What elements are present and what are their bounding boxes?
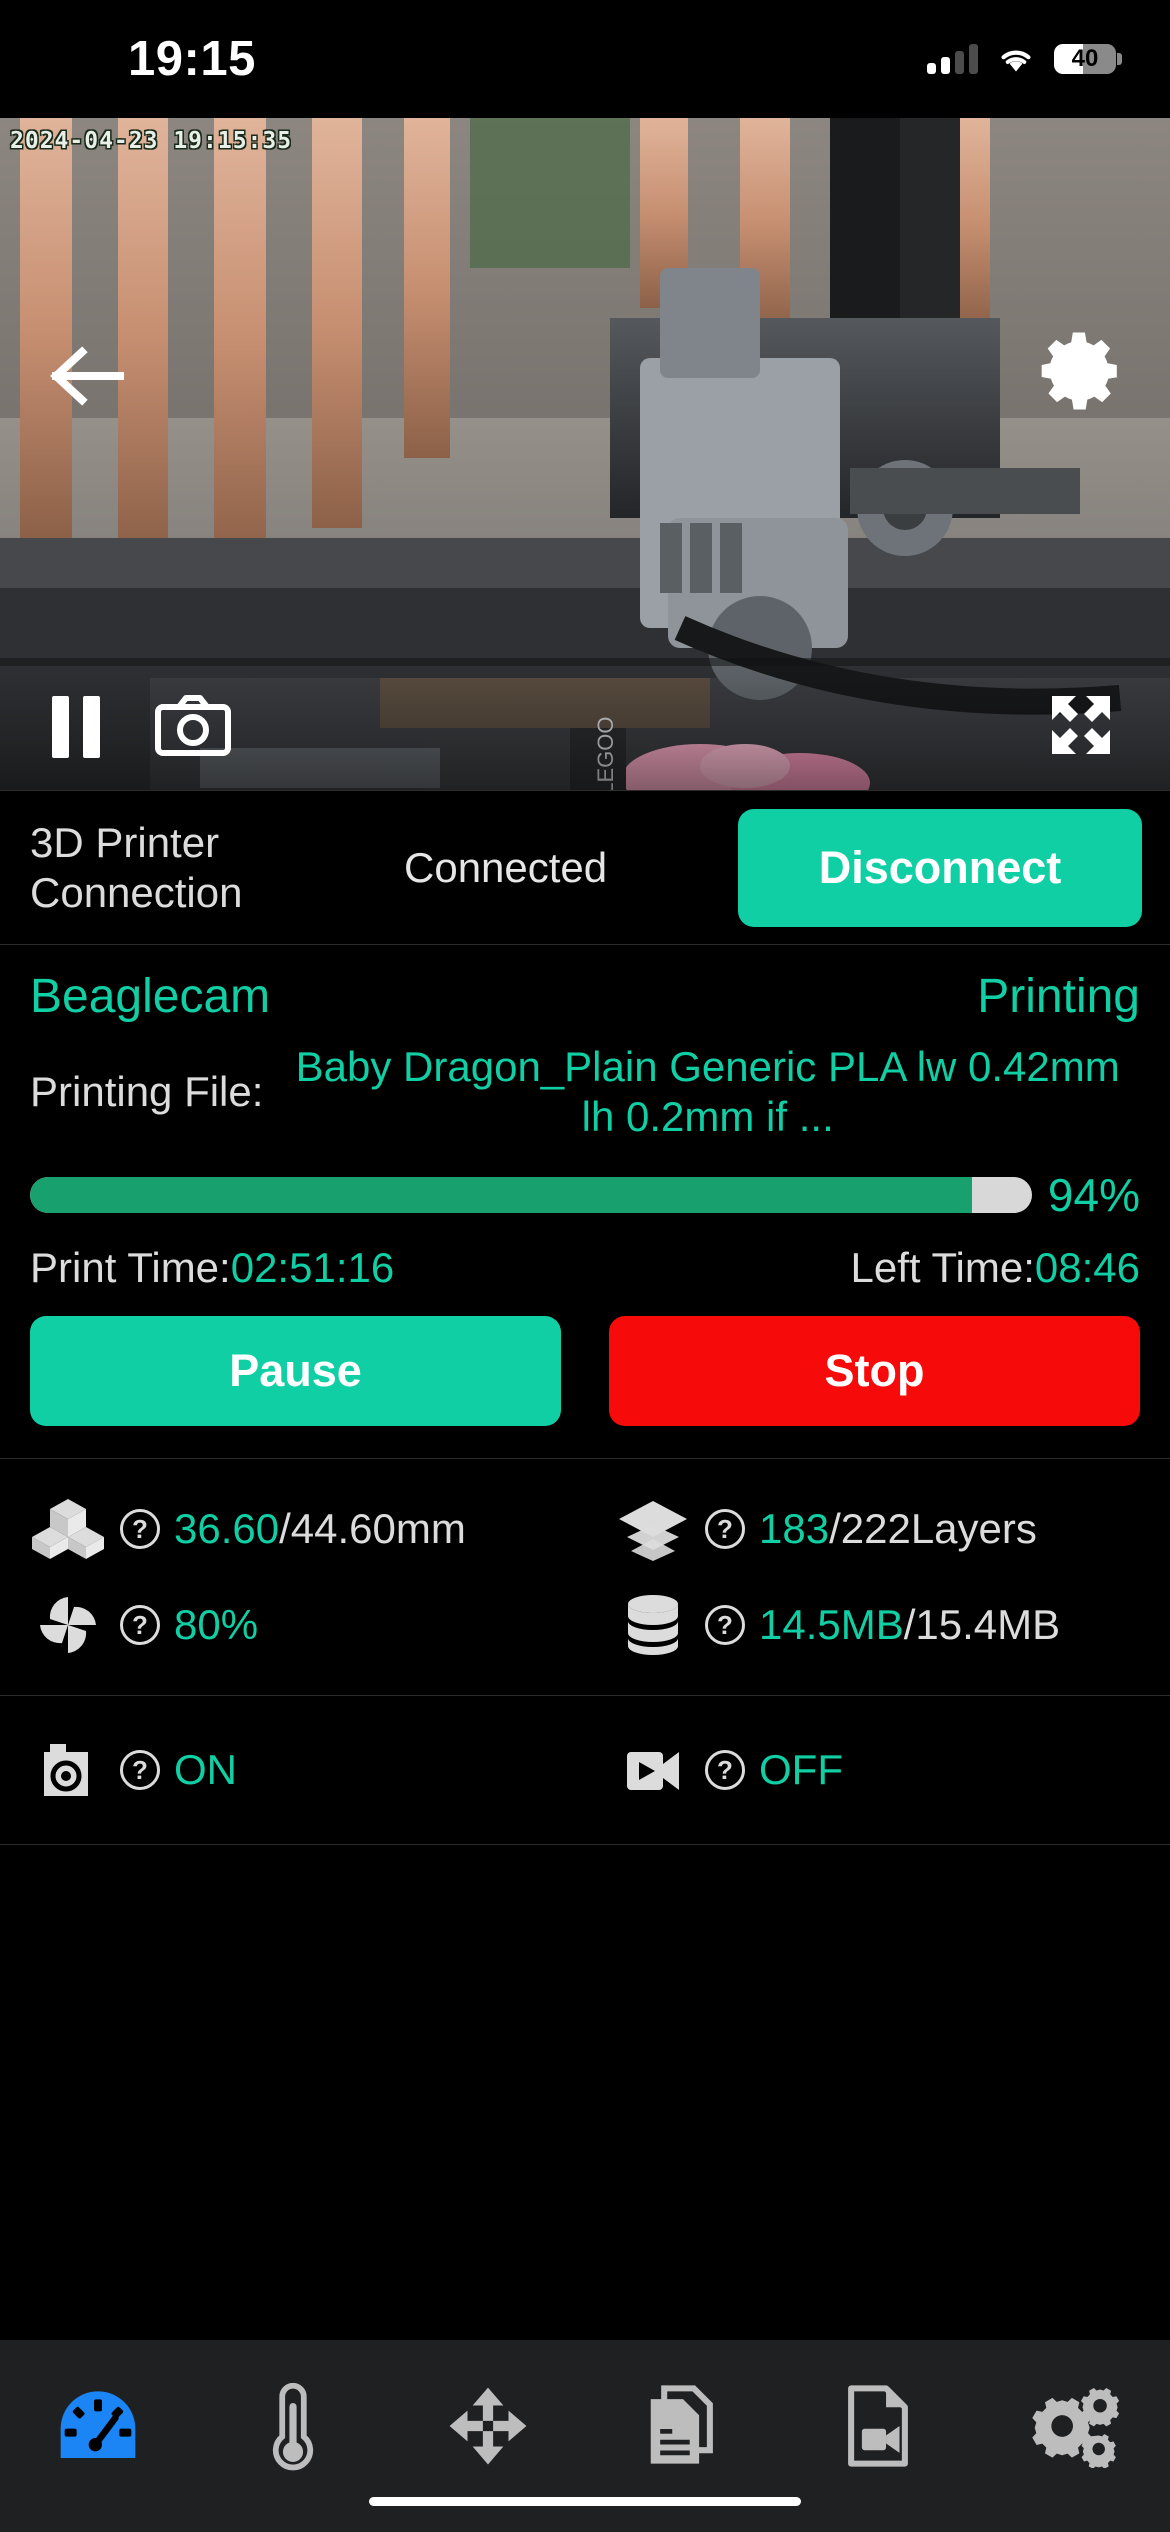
stats-row-1: ? 36.60/44.60mm ? 183/222Layers [0, 1481, 1170, 1577]
height-value: 36.60/44.60mm [174, 1505, 466, 1552]
disconnect-button[interactable]: Disconnect [738, 808, 1142, 927]
print-state: Printing [977, 970, 1140, 1023]
fan-value: 80% [174, 1601, 259, 1648]
left-time-label: Left Time: [850, 1244, 1035, 1291]
wifi-icon [1001, 50, 1031, 72]
battery-icon: 40 [1054, 44, 1122, 74]
photo-help-icon[interactable]: ? [120, 1750, 160, 1790]
tab-files[interactable] [585, 2370, 780, 2482]
print-times-row: Print Time:02:51:16 Left Time:08:46 [30, 1244, 1140, 1292]
printer-header-row: Beaglecam Printing [30, 969, 1140, 1024]
cellular-signal-icon [927, 44, 978, 74]
stat-height[interactable]: ? 36.60/44.60mm [0, 1481, 585, 1577]
pause-icon[interactable] [52, 696, 100, 758]
home-indicator [369, 2497, 801, 2506]
camera-controls-bar [0, 664, 1170, 790]
left-time-value: 08:46 [1034, 1244, 1140, 1291]
status-bar-time: 19:15 [128, 32, 256, 86]
connection-label: 3D Printer Connection [30, 818, 243, 916]
tab-dashboard[interactable] [0, 2370, 195, 2482]
stop-button[interactable]: Stop [609, 1316, 1140, 1426]
left-time: Left Time:08:46 [850, 1244, 1140, 1292]
printer-name: Beaglecam [30, 970, 271, 1023]
progress-bar [30, 1177, 1032, 1213]
printing-file-label: Printing File: [30, 1068, 264, 1115]
move-arrows-icon [449, 2387, 526, 2465]
progress-percent: 94% [1047, 1169, 1140, 1221]
print-time-label: Print Time: [30, 1244, 231, 1291]
capture-photo[interactable]: ? ON [0, 1722, 585, 1818]
print-time-value: 02:51:16 [230, 1244, 395, 1291]
status-bar-indicators: 40 [927, 44, 1122, 74]
camera-icon [30, 1736, 106, 1804]
print-progress-row: 94% [30, 1168, 1140, 1222]
print-stats-panel: ? 36.60/44.60mm ? 183/222Layers ? 80% ? … [0, 1458, 1170, 1695]
stat-storage[interactable]: ? 14.5MB/15.4MB [585, 1577, 1170, 1673]
capture-panel: ? ON ? OFF [0, 1695, 1170, 1844]
back-arrow-icon[interactable] [38, 328, 133, 423]
printer-camera-feed[interactable]: ELEGOO 2024-04-23 19:15:35 [0, 118, 1170, 790]
documents-icon [650, 2385, 713, 2464]
camera-icon[interactable] [155, 694, 231, 761]
print-time: Print Time:02:51:16 [30, 1244, 394, 1292]
fan-help-icon[interactable]: ? [120, 1605, 160, 1645]
printing-file-name: Baby Dragon_Plain Generic PLA lw 0.42mm … [295, 1043, 1120, 1140]
camera-timestamp-overlay: 2024-04-23 19:15:35 [10, 128, 293, 154]
status-bar: 19:15 40 [0, 0, 1170, 118]
capture-video[interactable]: ? OFF [585, 1722, 1170, 1818]
dashboard-gauge-icon [60, 2391, 135, 2458]
storage-help-icon[interactable]: ? [705, 1605, 745, 1645]
database-icon [615, 1591, 691, 1659]
print-status-panel: Beaglecam Printing Printing File: Baby D… [0, 944, 1170, 1458]
stats-row-2: ? 80% ? 14.5MB/15.4MB [0, 1577, 1170, 1673]
layers-icon [615, 1495, 691, 1563]
layers-value: 183/222Layers [759, 1505, 1037, 1552]
stat-fan[interactable]: ? 80% [0, 1577, 585, 1673]
connection-status: Connected [404, 843, 608, 891]
video-file-icon [847, 2385, 908, 2467]
tab-temperature[interactable] [195, 2370, 390, 2482]
tab-settings[interactable] [975, 2370, 1170, 2482]
photo-state: ON [174, 1746, 237, 1793]
video-state: OFF [759, 1746, 843, 1793]
gears-icon [1031, 2387, 1119, 2468]
model-cubes-icon [30, 1495, 106, 1563]
storage-value: 14.5MB/15.4MB [759, 1601, 1061, 1648]
empty-space [0, 1844, 1170, 2074]
pause-button[interactable]: Pause [30, 1316, 561, 1426]
tab-video-files[interactable] [780, 2370, 975, 2482]
print-action-buttons: Pause Stop [30, 1316, 1140, 1426]
thermometer-icon [272, 2382, 313, 2471]
capture-row: ? ON ? OFF [0, 1722, 1170, 1818]
layers-help-icon[interactable]: ? [705, 1509, 745, 1549]
printing-file-row: Printing File: Baby Dragon_Plain Generic… [30, 1042, 1140, 1142]
tab-move[interactable] [390, 2370, 585, 2482]
fan-icon [30, 1591, 106, 1659]
gear-icon[interactable] [1034, 323, 1130, 419]
video-camera-icon [615, 1736, 691, 1804]
stat-layers[interactable]: ? 183/222Layers [585, 1481, 1170, 1577]
progress-bar-fill [30, 1177, 972, 1213]
battery-percent: 40 [1071, 45, 1099, 72]
height-help-icon[interactable]: ? [120, 1509, 160, 1549]
fullscreen-expand-icon[interactable] [1042, 686, 1120, 769]
video-help-icon[interactable]: ? [705, 1750, 745, 1790]
printer-connection-row: 3D Printer Connection Connected Disconne… [0, 790, 1170, 944]
